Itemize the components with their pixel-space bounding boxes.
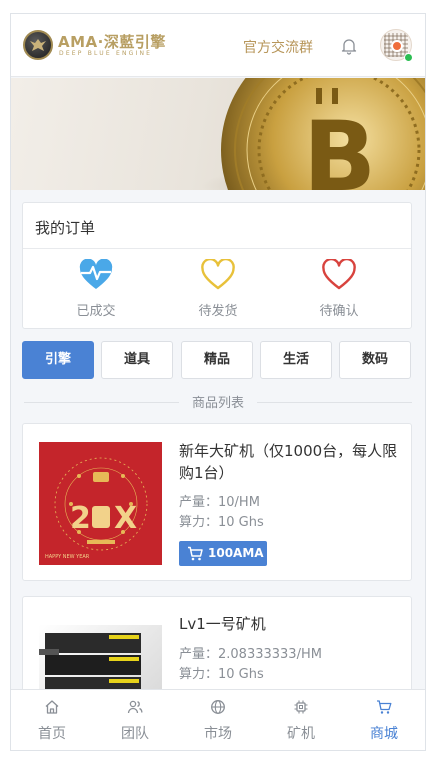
nav-market[interactable]: 市场	[177, 690, 259, 750]
heartbeat-icon	[79, 259, 113, 289]
bottom-nav: 首页 团队 市场 矿机 商城	[11, 689, 425, 750]
product-hashpower: 算力：10 Ghs	[179, 667, 264, 682]
svg-text:2: 2	[70, 501, 91, 536]
nav-miner[interactable]: 矿机	[260, 690, 342, 750]
product-card[interactable]: 2 X HAPPY NEW YEAR 新年大矿机（仅1000台，每人限购1台） …	[22, 423, 412, 581]
order-completed-button[interactable]: 已成交	[41, 259, 151, 323]
online-status-dot	[404, 53, 413, 62]
tab-featured[interactable]: 精品	[181, 341, 253, 379]
product-hashpower: 算力：10 Ghs	[179, 515, 264, 530]
nav-home[interactable]: 首页	[11, 690, 93, 750]
top-header: AMA·深藍引擎 DEEP BLUE ENGINE 官方交流群	[11, 14, 425, 77]
product-output: 产量：2.08333333/HM	[179, 647, 322, 662]
order-to-ship-button[interactable]: 待发货	[163, 259, 273, 323]
orders-title: 我的订单	[35, 219, 96, 237]
nav-miner-label: 矿机	[287, 726, 315, 742]
divider	[257, 402, 412, 403]
cart-icon	[377, 700, 392, 714]
app-frame: AMA·深藍引擎 DEEP BLUE ENGINE 官方交流群 B 我的订单 已…	[10, 13, 426, 751]
order-to-ship-label: 待发货	[198, 304, 238, 319]
nav-team-label: 团队	[121, 726, 149, 742]
my-orders-card: 我的订单 已成交 待发货 待确认	[22, 202, 412, 329]
bitcoin-coin-image: B	[201, 78, 425, 190]
nav-home-label: 首页	[38, 726, 66, 742]
tab-digital[interactable]: 数码	[339, 341, 411, 379]
product-name[interactable]: 新年大矿机（仅1000台，每人限购1台）	[179, 440, 399, 484]
tab-props[interactable]: 道具	[101, 341, 173, 379]
product-name[interactable]: Lv1一号矿机	[179, 613, 399, 635]
home-icon	[45, 700, 59, 714]
bitcoin-banner[interactable]: B	[11, 78, 425, 190]
eagle-logo-icon	[23, 30, 53, 60]
price-label: 100AMA	[208, 546, 264, 560]
heart-outline-icon	[322, 259, 356, 290]
buy-button[interactable]: 100AMA	[179, 541, 267, 566]
product-output: 产量：10/HM	[179, 495, 260, 510]
order-completed-label: 已成交	[76, 304, 116, 319]
order-to-confirm-button[interactable]: 待确认	[284, 259, 394, 323]
chip-icon	[294, 700, 308, 714]
heart-outline-icon	[201, 259, 235, 290]
nav-mall[interactable]: 商城	[343, 690, 425, 750]
svg-text:X: X	[114, 501, 137, 536]
order-to-confirm-label: 待确认	[319, 304, 359, 319]
divider	[23, 248, 411, 249]
svg-text:HAPPY NEW YEAR: HAPPY NEW YEAR	[45, 554, 90, 560]
official-group-link[interactable]: 官方交流群	[243, 37, 313, 57]
svg-text:B: B	[303, 101, 376, 190]
globe-icon	[211, 700, 225, 714]
brand-subtitle: DEEP BLUE ENGINE	[59, 50, 153, 57]
nav-mall-label: 商城	[370, 726, 398, 742]
avatar-face	[391, 40, 403, 52]
tab-engine[interactable]: 引擎	[22, 341, 94, 379]
nav-team[interactable]: 团队	[94, 690, 176, 750]
product-image[interactable]: 2 X HAPPY NEW YEAR	[39, 442, 162, 565]
brand-title: AMA·深藍引擎	[58, 33, 166, 51]
cart-icon	[188, 546, 203, 561]
nav-market-label: 市场	[204, 726, 232, 742]
team-icon	[127, 700, 143, 714]
bell-icon[interactable]	[340, 37, 358, 55]
tab-life[interactable]: 生活	[260, 341, 332, 379]
